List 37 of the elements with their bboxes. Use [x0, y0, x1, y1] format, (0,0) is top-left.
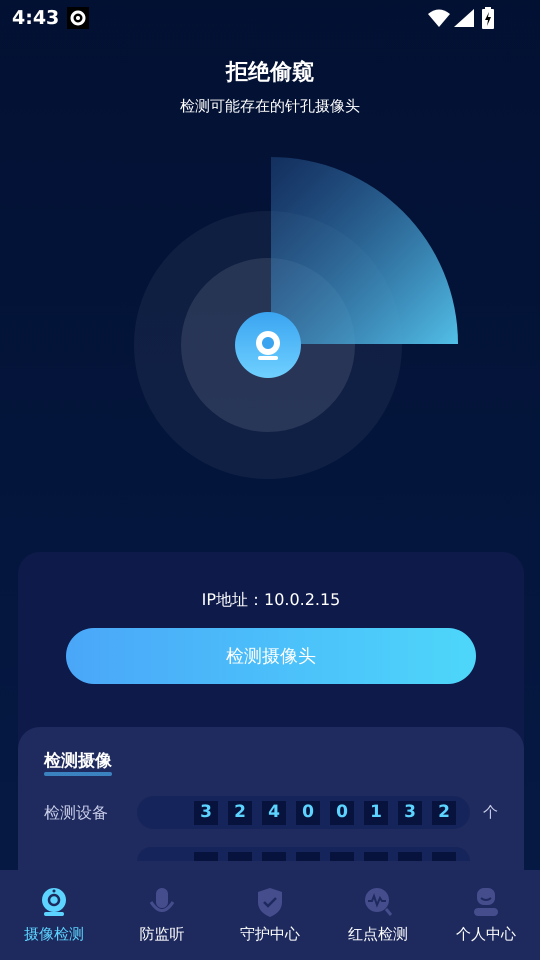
counter-digit: 3	[398, 800, 422, 824]
nav-tab[interactable]: 红点检测	[324, 870, 432, 960]
unit-text: 个	[483, 802, 498, 824]
counter-digit: 0	[330, 800, 354, 824]
camera-icon	[39, 887, 69, 917]
status-time: 4:43	[12, 6, 60, 31]
counter-digit: 4	[262, 800, 286, 824]
counter-digit: 2	[432, 800, 456, 824]
nav-tab[interactable]: 个人中心	[432, 870, 540, 960]
counter-digit	[364, 852, 388, 861]
battery-icon	[482, 7, 494, 29]
counter-digit	[262, 852, 286, 861]
signal-icon	[454, 9, 474, 27]
shield-check-icon	[255, 887, 285, 917]
pulse-search-icon	[363, 887, 393, 917]
nav-tab[interactable]: 防监听	[108, 870, 216, 960]
title-underline	[44, 772, 112, 776]
page-subtitle: 检测可能存在的针孔摄像头	[180, 96, 360, 117]
row-label: 检测设备	[44, 802, 109, 824]
nav-tab[interactable]: 守护中心	[216, 870, 324, 960]
counter-digit: 1	[364, 800, 388, 824]
ip-address-text: IP地址：10.0.2.15	[202, 589, 340, 611]
nav-tab[interactable]: 摄像检测	[0, 870, 108, 960]
counter-digit: 3	[194, 800, 218, 824]
page-title: 拒绝偷窥	[226, 58, 314, 87]
wifi-icon	[428, 9, 450, 27]
counter-digit	[330, 852, 354, 861]
counter-digit: 2	[228, 800, 252, 824]
counter-digit: 0	[296, 800, 320, 824]
counter-digit	[228, 852, 252, 861]
counter-digit	[296, 852, 320, 861]
counter-digit	[398, 852, 422, 861]
counter-digit	[432, 852, 456, 861]
section-title: 检测摄像	[44, 751, 112, 771]
user-icon	[471, 887, 501, 917]
app-notification-icon	[67, 7, 90, 29]
counter-digit	[194, 852, 218, 861]
